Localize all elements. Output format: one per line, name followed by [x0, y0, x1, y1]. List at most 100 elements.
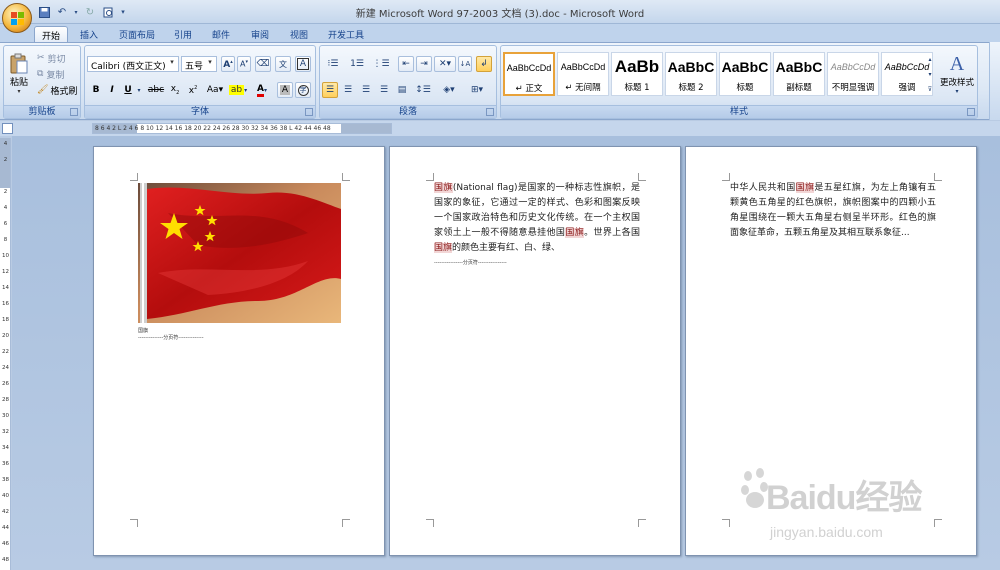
change-case-icon: Aa▾	[206, 85, 224, 95]
tab-review[interactable]: 审阅	[245, 26, 275, 42]
vruler-tick: 42	[2, 509, 9, 515]
highlight-button[interactable]: ab ▾	[227, 82, 249, 98]
font-name-dropdown-icon[interactable]: ▾	[167, 58, 177, 70]
grow-font-button[interactable]: A▴	[221, 56, 235, 72]
italic-button[interactable]: I	[105, 82, 119, 98]
sort-button[interactable]: ↓A	[458, 56, 472, 72]
distributed-button[interactable]: ▤	[394, 82, 410, 98]
style-heading-2[interactable]: AaBbC 标题 2	[665, 52, 717, 96]
tab-view[interactable]: 视图	[284, 26, 314, 42]
align-right-button[interactable]: ☰	[358, 82, 374, 98]
save-icon[interactable]	[36, 4, 52, 20]
line-spacing-button[interactable]: ↕☰	[412, 82, 434, 98]
underline-button[interactable]: U	[121, 82, 135, 98]
align-right-icon: ☰	[361, 85, 371, 95]
bullets-button[interactable]: ⁝☰	[322, 56, 344, 72]
font-launcher-icon[interactable]	[305, 108, 313, 116]
copy-button[interactable]: ⧉ 复制	[36, 66, 78, 82]
crop-mark	[426, 173, 434, 181]
font-color-button[interactable]: A ▾	[251, 82, 273, 98]
change-styles-icon: A	[949, 53, 965, 75]
paste-button[interactable]: 粘贴 ▾	[7, 50, 31, 98]
format-painter-button[interactable]: 🖌 格式刷	[36, 82, 80, 98]
horizontal-ruler[interactable]: 8 6 4 2 L 2 4 6 8 10 12 14 16 18 20 22 2…	[92, 123, 392, 134]
chinese-layout-button[interactable]: ✕▾	[434, 56, 456, 72]
italic-icon: I	[110, 85, 114, 95]
paragraph-launcher-icon[interactable]	[486, 108, 494, 116]
office-button[interactable]	[2, 3, 32, 33]
strikethrough-button[interactable]: abc	[147, 82, 165, 98]
tab-mailings[interactable]: 邮件	[206, 26, 236, 42]
vruler-tick: 8	[3, 237, 8, 243]
shrink-font-button[interactable]: A▾	[237, 56, 251, 72]
clipboard-launcher-icon[interactable]	[70, 108, 78, 116]
tab-references[interactable]: 引用	[168, 26, 198, 42]
align-center-button[interactable]: ☰	[340, 82, 356, 98]
style-heading-1[interactable]: AaBb 标题 1	[611, 52, 663, 96]
tab-insert[interactable]: 插入	[74, 26, 104, 42]
paragraph-body[interactable]: 国旗(National flag)是国家的一种标志性旗帜，是国家的象征，它通过一…	[434, 181, 640, 256]
redo-icon[interactable]: ↻	[82, 4, 98, 20]
page-2[interactable]: 国旗(National flag)是国家的一种标志性旗帜，是国家的象征，它通过一…	[389, 146, 681, 556]
editing-group-edge	[989, 42, 1000, 120]
decrease-indent-button[interactable]: ⇤	[398, 56, 414, 72]
superscript-button[interactable]: x2	[185, 82, 201, 98]
phonetic-guide-button[interactable]: 文	[275, 56, 291, 72]
change-case-button[interactable]: Aa▾	[203, 82, 227, 98]
clear-format-button[interactable]: ⌫	[255, 56, 271, 72]
undo-icon[interactable]: ↶	[54, 4, 70, 20]
style-sample: AaBbC	[667, 59, 715, 75]
tab-home[interactable]: 开始	[34, 26, 68, 42]
phonetic-guide-icon: 文	[279, 59, 287, 69]
vruler-ticks: 4 2 2 4 6 8 10 12 14 16 18 20 22 24 26 28 30 32 34 36 38 40 42…	[1, 138, 10, 570]
justify-button[interactable]: ☰	[376, 82, 392, 98]
show-marks-button[interactable]: ↲	[476, 56, 492, 72]
numbering-icon: 1☰	[350, 59, 364, 69]
copy-icon: ⧉	[37, 69, 44, 79]
bold-button[interactable]: B	[89, 82, 103, 98]
tab-selector-icon[interactable]	[2, 123, 13, 134]
tab-page-layout[interactable]: 页面布局	[112, 26, 162, 42]
shading-button[interactable]: ◈▾	[436, 82, 462, 98]
vertical-ruler[interactable]: 4 2 2 4 6 8 10 12 14 16 18 20 22 24 26 28 30 32 34 36 38 40 42…	[0, 138, 11, 570]
subscript-button[interactable]: x2	[167, 82, 183, 98]
char-border-button[interactable]: A	[295, 56, 311, 72]
crop-mark	[130, 519, 138, 527]
increase-indent-button[interactable]: ⇥	[416, 56, 432, 72]
multilevel-list-button[interactable]: ⋮☰	[370, 56, 392, 72]
styles-more-icon[interactable]: ⊽	[925, 82, 935, 96]
tab-developer[interactable]: 开发工具	[322, 26, 370, 42]
font-name-combo[interactable]: Calibri (西文正文) ▾	[87, 56, 179, 72]
vruler-tick: 32	[2, 429, 9, 435]
enclose-char-button[interactable]: 字	[295, 82, 311, 98]
font-size-combo[interactable]: 五号 ▾	[181, 56, 217, 72]
style-title[interactable]: AaBbC 标题	[719, 52, 771, 96]
national-flag-image[interactable]	[138, 183, 341, 323]
borders-button[interactable]: ⊞▾	[464, 82, 490, 98]
styles-launcher-icon[interactable]	[967, 108, 975, 116]
numbering-button[interactable]: 1☰	[346, 56, 368, 72]
crop-mark	[934, 173, 942, 181]
keyword-highlight: 国旗	[434, 183, 453, 193]
page-1[interactable]: 国旗 --------------分页符--------------	[93, 146, 385, 556]
undo-dropdown-icon[interactable]: ▾	[72, 4, 80, 20]
chinese-layout-icon: ✕▾	[438, 59, 452, 69]
underline-dropdown-icon[interactable]: ▾	[135, 82, 143, 98]
font-size-dropdown-icon[interactable]: ▾	[205, 58, 215, 70]
customize-qat-icon[interactable]: ▾	[118, 4, 128, 20]
vruler-tick: 44	[2, 525, 9, 531]
paragraph-body[interactable]: 中华人民共和国国旗是五星红旗，为左上角镶有五颗黄色五角星的红色旗帜，旗帜图案中的…	[730, 181, 936, 241]
change-styles-button[interactable]: A 更改样式 ▾	[937, 50, 977, 98]
style-no-spacing[interactable]: AaBbCcDd ↵ 无间隔	[557, 52, 609, 96]
ruler-bar: 8 6 4 2 L 2 4 6 8 10 12 14 16 18 20 22 2…	[0, 121, 1000, 136]
paragraph-mark-icon: ↲	[480, 59, 488, 69]
cut-button[interactable]: ✂ 剪切	[36, 50, 78, 66]
style-normal[interactable]: AaBbCcDd ↵ 正文	[503, 52, 555, 96]
char-shading-button[interactable]: A	[277, 82, 293, 98]
style-subtle-emphasis[interactable]: AaBbCcDd 不明显强调	[827, 52, 879, 96]
styles-scroll-up-icon[interactable]: ▴	[925, 52, 935, 66]
style-subtitle[interactable]: AaBbC 副标题	[773, 52, 825, 96]
print-preview-icon[interactable]	[100, 4, 116, 20]
align-left-button[interactable]: ☰	[322, 82, 338, 98]
styles-scroll-down-icon[interactable]: ▾	[925, 67, 935, 81]
